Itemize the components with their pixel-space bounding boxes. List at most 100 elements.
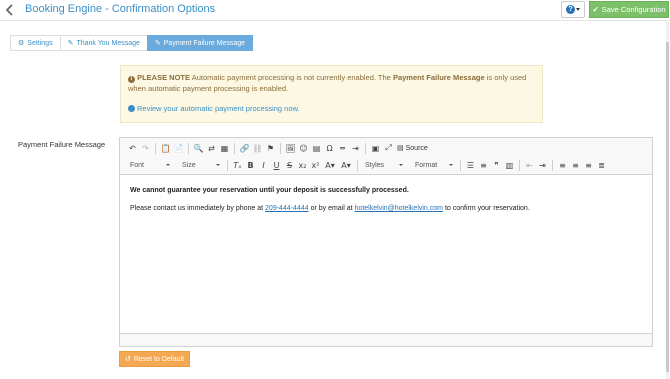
anchor-flag-icon[interactable]: ⚑ [264, 142, 277, 155]
align-center-icon[interactable]: ≡ [569, 159, 582, 172]
alert-highlight: Payment Failure Message [392, 73, 485, 82]
bold-icon[interactable]: B [244, 159, 257, 172]
font-select-label: Font [130, 161, 145, 169]
info-icon: i [128, 76, 135, 83]
styles-select-label: Styles [365, 161, 385, 169]
alert-message: i PLEASE NOTE Automatic payment processi… [128, 72, 535, 94]
styles-select[interactable]: Styles [361, 159, 407, 171]
toolbar-divider [365, 142, 366, 154]
toolbar-divider [357, 159, 358, 171]
italic-icon[interactable]: I [257, 159, 270, 172]
tab-thank-you-message[interactable]: ✎ Thank You Message [59, 35, 148, 51]
size-select[interactable]: Size [178, 159, 224, 171]
body-suffix: to confirm your reservation. [444, 205, 530, 212]
div-container-icon[interactable]: ▥ [503, 159, 516, 172]
select-all-icon[interactable]: ▦ [218, 142, 231, 155]
toolbar-divider [280, 142, 281, 154]
align-justify-icon[interactable]: ≣ [595, 159, 608, 172]
chevron-down-icon [399, 164, 403, 166]
outdent-icon[interactable]: ⇤ [523, 159, 536, 172]
gear-icon: ⚙ [18, 40, 25, 47]
superscript-icon[interactable]: x² [309, 159, 322, 172]
undo-icon[interactable]: ↶ [126, 142, 139, 155]
remove-format-icon[interactable]: Tₓ [231, 159, 244, 172]
edit-icon: ✎ [154, 40, 161, 47]
align-left-icon[interactable]: ≡ [556, 159, 569, 172]
reset-icon: ↺ [124, 356, 131, 363]
toolbar-row-1: ↶ ↷ 📋 📄 🔍 ⇄ ▦ 🔗 ⛓ ⚑ 🖼 ☺ ▤ Ω ═ ⇥ ▣ ⤢ ▤ So… [126, 141, 430, 155]
editor-content-area[interactable]: We cannot guarantee your reservation unt… [120, 175, 652, 224]
blockquote-icon[interactable]: ❞ [490, 159, 503, 172]
link-icon[interactable]: 🔗 [238, 142, 251, 155]
indent-icon[interactable]: ⇥ [536, 159, 549, 172]
tab-payment-failure-message[interactable]: ✎ Payment Failure Message [146, 35, 254, 51]
payment-failure-message-label: Payment Failure Message [18, 140, 106, 149]
align-right-icon[interactable]: ≡ [582, 159, 595, 172]
paste-word-icon[interactable]: 📄 [172, 142, 185, 155]
editor-toolbar: ↶ ↷ 📋 📄 🔍 ⇄ ▦ 🔗 ⛓ ⚑ 🖼 ☺ ▤ Ω ═ ⇥ ▣ ⤢ ▤ So… [120, 138, 652, 175]
source-icon: ▤ [397, 145, 404, 152]
header-bar: Booking Engine - Confirmation Options ? … [0, 0, 670, 21]
tab-label: Thank You Message [76, 39, 140, 47]
table-icon[interactable]: ▤ [310, 142, 323, 155]
help-dropdown-button[interactable]: ? [561, 1, 585, 18]
smiley-icon[interactable]: ☺ [297, 142, 310, 155]
background-color-icon[interactable]: A▾ [338, 159, 354, 172]
toolbar-row-2: Font Size Tₓ B I U S x₂ x² A▾ A▾ Styles [126, 158, 608, 172]
toolbar-divider [188, 142, 189, 154]
find-icon[interactable]: 🔍 [192, 142, 205, 155]
size-select-label: Size [182, 161, 196, 169]
editor-statusbar [120, 333, 652, 346]
toolbar-divider [519, 159, 520, 171]
back-chevron-icon[interactable] [4, 3, 16, 17]
toolbar-divider [552, 159, 553, 171]
source-button[interactable]: ▤ Source [395, 144, 430, 153]
bulleted-list-icon[interactable]: ☰ [464, 159, 477, 172]
tab-label: Settings [27, 39, 53, 47]
toolbar-divider [155, 142, 156, 154]
font-select[interactable]: Font [126, 159, 174, 171]
payment-warning-alert: i PLEASE NOTE Automatic payment processi… [120, 65, 543, 123]
paste-text-icon[interactable]: 📋 [159, 142, 172, 155]
image-icon[interactable]: 🖼 [284, 142, 297, 155]
unlink-icon[interactable]: ⛓ [251, 142, 264, 155]
reset-button-label: Reset to Default [133, 355, 185, 363]
underline-icon[interactable]: U [270, 159, 283, 172]
message-body: Please contact us immediately by phone a… [130, 205, 642, 212]
scrollbar-thumb[interactable] [666, 42, 669, 372]
tab-settings[interactable]: ⚙ Settings [10, 35, 61, 51]
phone-link[interactable]: 209-444-4444 [265, 205, 309, 212]
chevron-down-icon [166, 164, 170, 166]
show-blocks-icon[interactable]: ▣ [369, 142, 382, 155]
horizontal-rule-icon[interactable]: ═ [336, 142, 349, 155]
gear-icon [128, 105, 135, 112]
format-select[interactable]: Format [411, 159, 457, 171]
message-heading: We cannot guarantee your reservation unt… [130, 187, 409, 194]
page-break-icon[interactable]: ⇥ [349, 142, 362, 155]
review-payment-processing-link[interactable]: Review your automatic payment processing… [128, 103, 300, 114]
source-label: Source [405, 144, 428, 152]
numbered-list-icon[interactable]: ≡ [477, 159, 490, 172]
special-char-icon[interactable]: Ω [323, 142, 336, 155]
edit-icon: ✎ [67, 40, 74, 47]
page-title: Booking Engine - Confirmation Options [25, 3, 216, 15]
strikethrough-icon[interactable]: S [283, 159, 296, 172]
caret-down-icon [576, 8, 580, 11]
body-prefix: Please contact us immediately by phone a… [130, 205, 264, 212]
alert-note-label: PLEASE NOTE [137, 73, 191, 82]
chevron-down-icon [216, 164, 220, 166]
tab-label: Payment Failure Message [163, 39, 246, 47]
subscript-icon[interactable]: x₂ [296, 159, 309, 172]
toolbar-divider [460, 159, 461, 171]
redo-icon[interactable]: ↷ [139, 142, 152, 155]
replace-icon[interactable]: ⇄ [205, 142, 218, 155]
text-color-icon[interactable]: A▾ [322, 159, 338, 172]
page-scrollbar[interactable] [666, 22, 669, 379]
email-link[interactable]: hotelkelvin@hotelkelvin.com [355, 205, 443, 212]
help-icon: ? [566, 5, 575, 14]
maximize-icon[interactable]: ⤢ [382, 142, 395, 155]
alert-text-1: Automatic payment processing is not curr… [191, 73, 391, 82]
reset-to-default-button[interactable]: ↺ Reset to Default [119, 351, 190, 367]
save-configuration-button[interactable]: ✔ Save Configuration [589, 1, 669, 18]
rich-text-editor: ↶ ↷ 📋 📄 🔍 ⇄ ▦ 🔗 ⛓ ⚑ 🖼 ☺ ▤ Ω ═ ⇥ ▣ ⤢ ▤ So… [119, 137, 653, 347]
